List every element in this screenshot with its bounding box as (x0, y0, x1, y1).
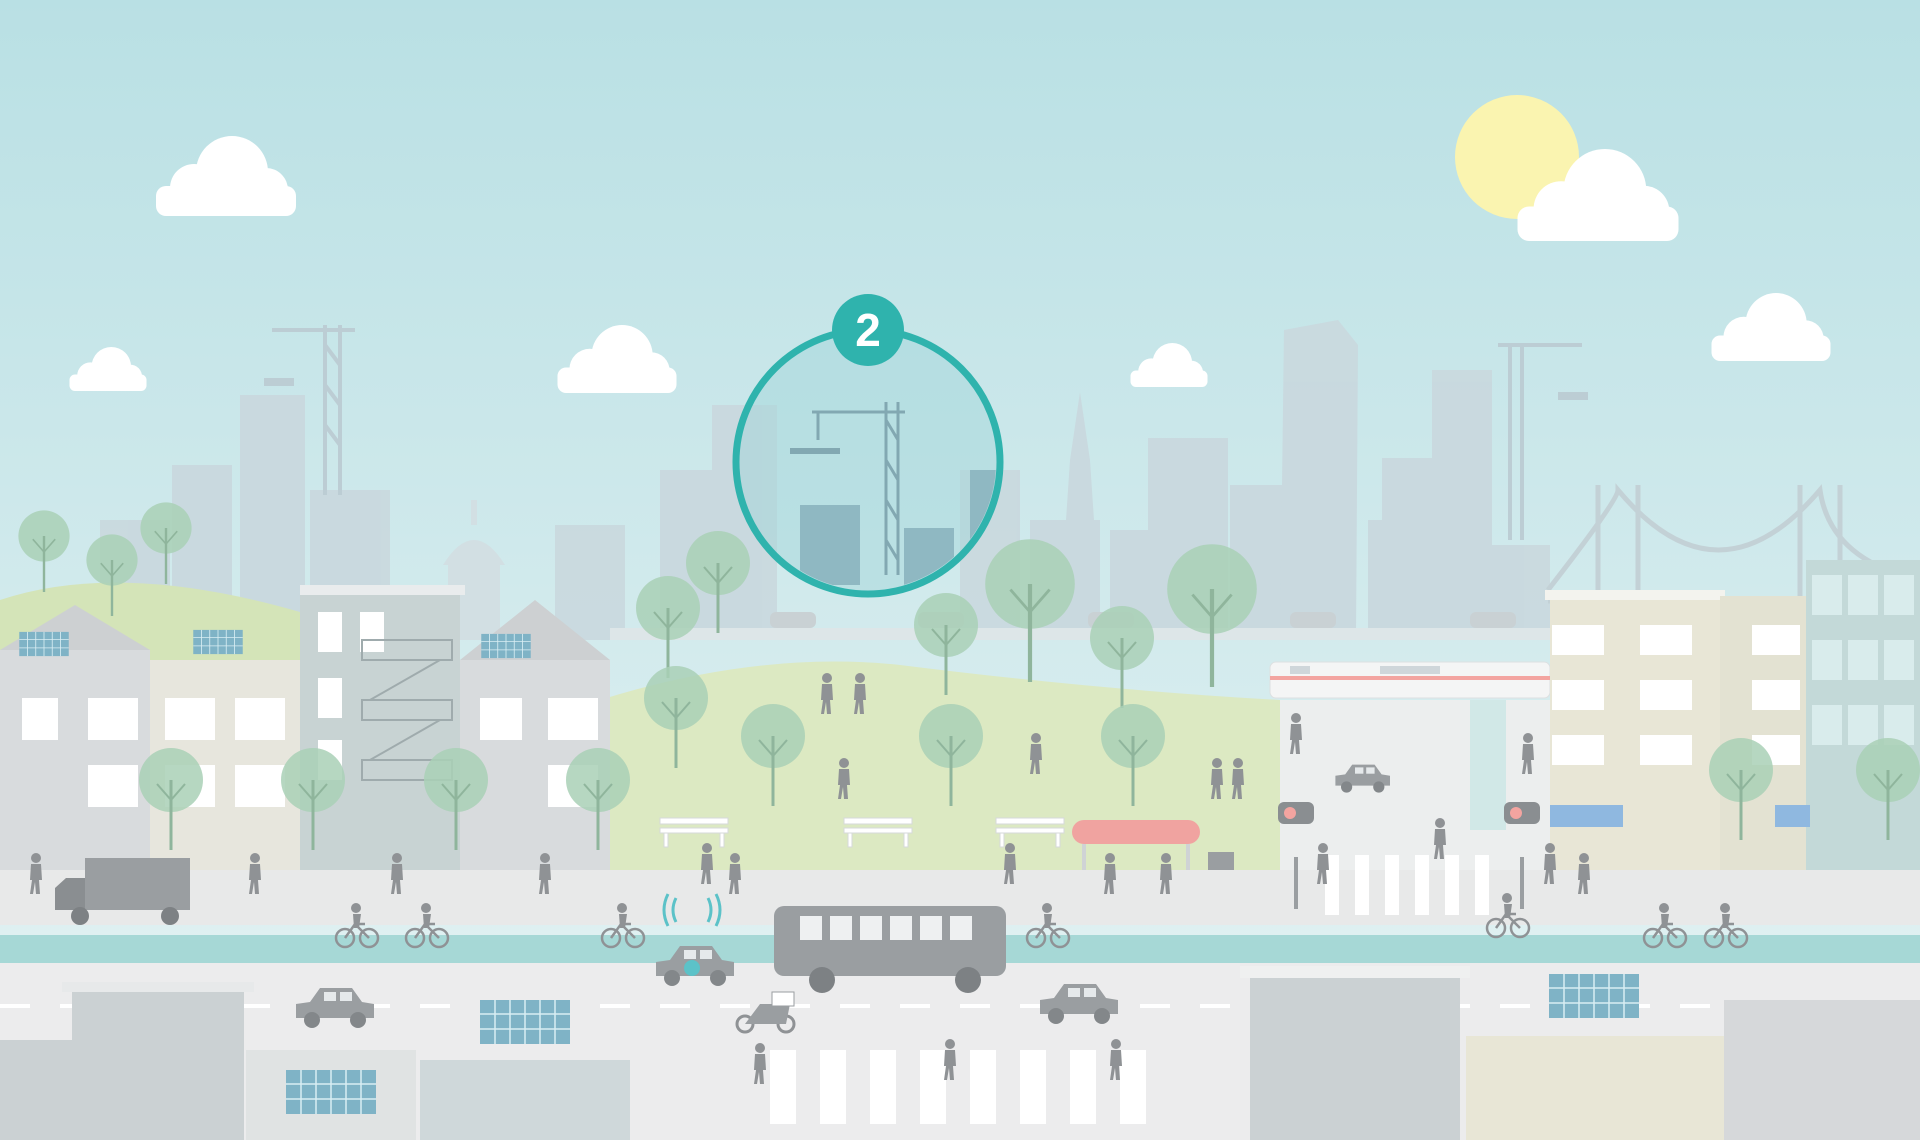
solar-panel-icon (18, 631, 70, 657)
bus-stop-shelter (1470, 700, 1506, 830)
elevated-freeway (610, 628, 1550, 640)
windows-right (1552, 625, 1800, 765)
city-illustration: 2 (0, 0, 1920, 1140)
step-badge: 2 (832, 294, 904, 366)
step-number: 2 (855, 304, 881, 356)
train-icon (1269, 661, 1551, 699)
solar-panel-icon (479, 999, 571, 1045)
